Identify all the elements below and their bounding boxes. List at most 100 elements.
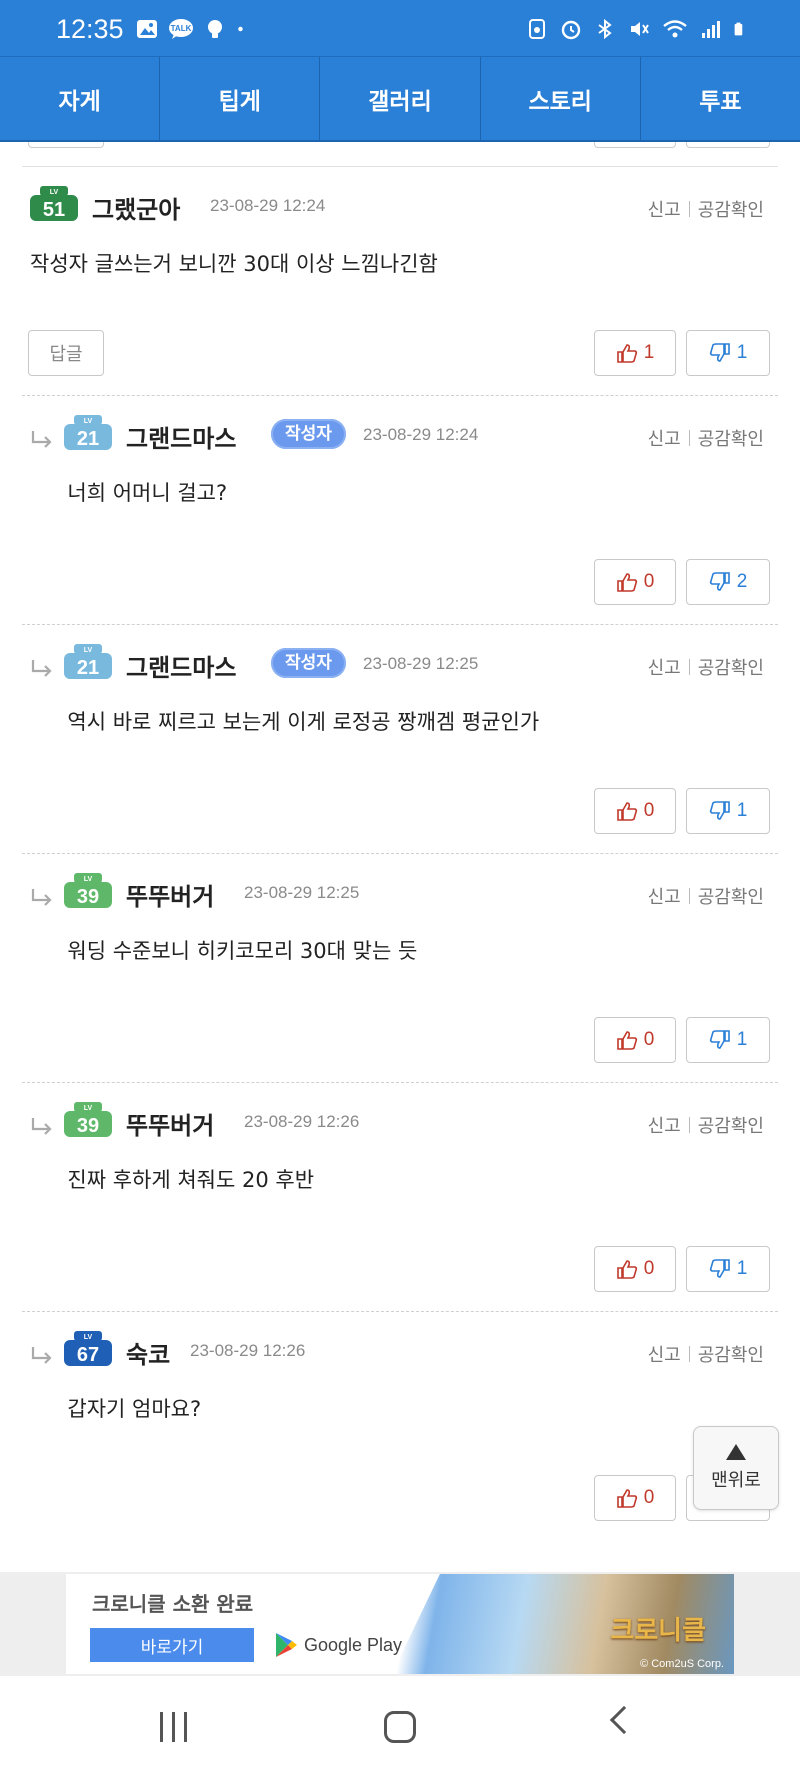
empathy-link[interactable]: 공감확인 (698, 1341, 764, 1367)
ad-content[interactable]: 크로니클 소환 완료 바로가기 Google Play 크로니클 © Com2u… (66, 1574, 734, 1674)
dislike-button[interactable]: 1 (686, 330, 770, 376)
tab-vote[interactable]: 투표 (640, 57, 800, 142)
thumbs-up-icon (616, 1260, 637, 1279)
comment-nickname[interactable]: 그랜드마스 (126, 648, 236, 683)
level-badge-icon: LV 39 (64, 1102, 112, 1137)
action-divider (688, 201, 690, 217)
previous-comment-buttons (0, 142, 800, 148)
svg-text:LV: LV (84, 647, 93, 654)
dot-icon (238, 26, 243, 32)
comment-item: LV 51 그랬군아 신고 공감확인 작성자 글쓰는거 보니깐 30대 이상 느낌나긴함 답… (0, 166, 800, 395)
ad-artwork: 크로니클 © Com2uS Corp. (392, 1574, 734, 1674)
back-icon[interactable] (609, 1705, 639, 1735)
mute-icon (631, 22, 649, 36)
report-link[interactable]: 신고 (648, 883, 681, 909)
report-link[interactable]: 신고 (648, 654, 681, 680)
dislike-button[interactable]: 1 (686, 1246, 770, 1292)
dislike-count: 1 (736, 800, 748, 821)
svg-text:LV: LV (84, 418, 93, 425)
dislike-button[interactable]: 1 (686, 1017, 770, 1063)
ad-game-logo: 크로니클 (610, 1616, 706, 1646)
alarm-icon (561, 20, 581, 40)
reply-arrow-icon (31, 1347, 52, 1364)
ad-cta-button[interactable]: 바로가기 (90, 1628, 254, 1662)
empathy-link[interactable]: 공감확인 (698, 425, 764, 451)
recents-icon[interactable] (160, 1712, 187, 1742)
report-link[interactable]: 신고 (648, 1341, 681, 1367)
comment-nickname[interactable]: 뚜뚜버거 (126, 1106, 214, 1141)
comment-divider (22, 166, 778, 167)
empathy-link[interactable]: 공감확인 (698, 196, 764, 222)
system-icons (526, 18, 748, 40)
action-divider (688, 1346, 690, 1362)
svg-text:39: 39 (77, 1115, 99, 1137)
comment-nickname[interactable]: 숙코 (126, 1335, 170, 1370)
status-time: 12:35 (56, 14, 124, 44)
empathy-link[interactable]: 공감확인 (698, 654, 764, 680)
reply-button[interactable]: 답글 (28, 330, 104, 376)
comment-nickname[interactable]: 뚜뚜버거 (126, 877, 214, 912)
like-button[interactable]: 0 (594, 1246, 676, 1292)
thumbs-down-icon (709, 343, 730, 362)
svg-text:TALK: TALK (171, 24, 192, 33)
empathy-link[interactable]: 공감확인 (698, 883, 764, 909)
tab-tip-board[interactable]: 팁게 (160, 57, 321, 142)
report-link[interactable]: 신고 (648, 425, 681, 451)
report-link[interactable]: 신고 (648, 1112, 681, 1138)
comment-list: LV 51 그랬군아 신고 공감확인 작성자 글쓰는거 보니깐 30대 이상 느낌나긴함 답… (0, 142, 800, 1572)
dislike-button[interactable]: 2 (686, 559, 770, 605)
dislike-count: 1 (736, 342, 748, 363)
author-badge: 작성자 (271, 648, 346, 678)
recycle-icon (529, 19, 545, 39)
author-badge: 작성자 (271, 419, 346, 449)
partial-dislike-button[interactable] (686, 142, 770, 148)
comment-text: 워딩 수준보니 히키코모리 30대 맞는 듯 (67, 939, 418, 963)
google-play-badge[interactable]: Google Play (274, 1632, 402, 1658)
partial-like-button[interactable] (594, 142, 676, 148)
home-icon[interactable] (384, 1711, 416, 1743)
comment-item: LV 39 뚜뚜버거 신고 공감확인 워딩 수준보니 히키코모리 30대 맞는 듯 0 1 23… (0, 853, 800, 1082)
tab-free-board[interactable]: 자게 (0, 57, 161, 142)
comment-divider (22, 853, 778, 854)
reply-arrow-icon (31, 660, 52, 677)
level-badge-icon: LV 51 (30, 186, 78, 221)
like-count: 0 (643, 1487, 655, 1508)
comment-divider (22, 1082, 778, 1083)
like-button[interactable]: 0 (594, 788, 676, 834)
empathy-link[interactable]: 공감확인 (698, 1112, 764, 1138)
comment-actions: 신고 공감확인 (648, 1341, 764, 1367)
like-button[interactable]: 0 (594, 1017, 676, 1063)
google-play-icon (276, 1633, 297, 1657)
wifi-icon (663, 20, 687, 38)
like-button[interactable]: 0 (594, 1475, 676, 1521)
action-divider (688, 430, 690, 446)
thumbs-up-icon (616, 802, 637, 821)
comment-item: LV 39 뚜뚜버거 신고 공감확인 진짜 후하게 쳐줘도 20 후반 0 1 23-08-29… (0, 1082, 800, 1311)
reply-arrow-icon (31, 889, 52, 906)
ad-banner[interactable]: 크로니클 소환 완료 바로가기 Google Play 크로니클 © Com2u… (0, 1572, 800, 1676)
comment-date: 23-08-29 12:24 (363, 425, 479, 444)
dislike-button[interactable]: 1 (686, 788, 770, 834)
comment-nickname[interactable]: 그랜드마스 (126, 419, 236, 454)
comment-item: LV 67 숙코 신고 공감확인 갑자기 엄마요? 0 23-08-29 12:26 (0, 1311, 800, 1540)
like-button[interactable]: 0 (594, 559, 676, 605)
report-link[interactable]: 신고 (648, 196, 681, 222)
like-button[interactable]: 1 (594, 330, 676, 376)
tab-story[interactable]: 스토리 (480, 57, 641, 142)
svg-text:39: 39 (77, 886, 99, 908)
thumbs-down-icon (709, 572, 730, 591)
comment-actions: 신고 공감확인 (648, 883, 764, 909)
kakaotalk-icon: TALK (169, 19, 193, 39)
svg-text:LV: LV (84, 1105, 93, 1112)
comment-divider (22, 1311, 778, 1312)
dislike-count: 1 (736, 1258, 748, 1279)
back-to-top-button[interactable]: 맨위로 (693, 1426, 779, 1510)
svg-text:LV: LV (84, 876, 93, 883)
partial-reply-button[interactable] (28, 142, 104, 148)
comment-nickname[interactable]: 그랬군아 (92, 190, 180, 225)
like-count: 0 (643, 571, 655, 592)
like-count: 0 (643, 1029, 655, 1050)
tab-gallery[interactable]: 갤러리 (320, 57, 481, 142)
thumbs-down-icon (709, 1030, 730, 1049)
action-divider (688, 1117, 690, 1133)
